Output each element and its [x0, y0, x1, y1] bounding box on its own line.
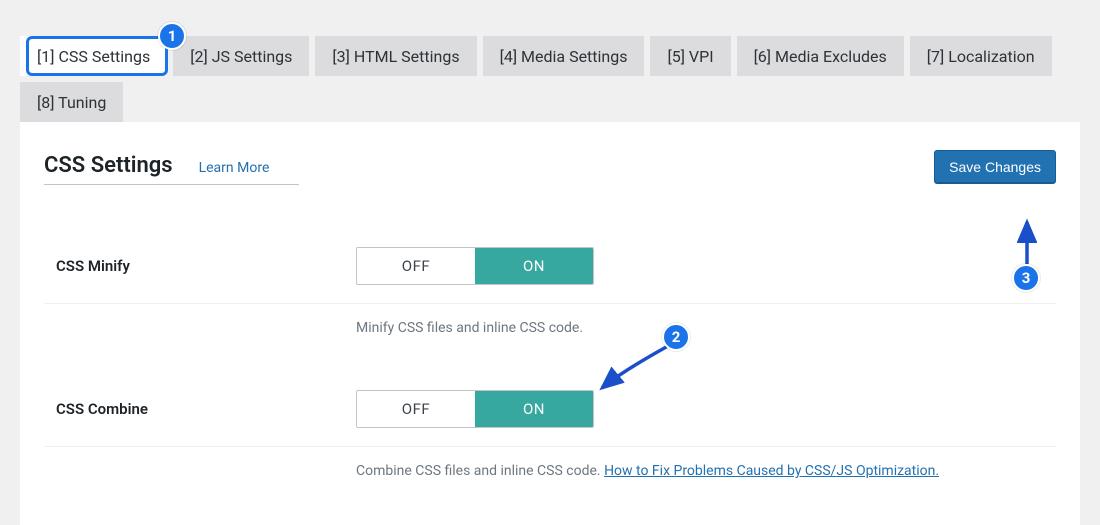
annotation-badge-1: 1: [158, 22, 186, 50]
tab-media-settings[interactable]: [4] Media Settings: [483, 36, 645, 76]
toggle-css-combine[interactable]: OFF ON: [356, 390, 594, 428]
desc-css-combine-link[interactable]: How to Fix Problems Caused by CSS/JS Opt…: [604, 463, 939, 479]
content-panel: CSS Settings Learn More Save Changes CSS…: [20, 122, 1080, 525]
tabs-bar: [1] CSS Settings [2] JS Settings [3] HTM…: [20, 0, 1080, 122]
toggle-css-minify[interactable]: OFF ON: [356, 247, 594, 285]
tab-localization[interactable]: [7] Localization: [910, 36, 1052, 76]
tab-tuning[interactable]: [8] Tuning: [20, 82, 123, 122]
desc-css-combine: Combine CSS files and inline CSS code. H…: [356, 463, 1056, 479]
annotation-badge-2: 2: [662, 323, 690, 351]
desc-css-minify: Minify CSS files and inline CSS code.: [356, 320, 1056, 336]
desc-css-combine-text: Combine CSS files and inline CSS code.: [356, 463, 604, 479]
tab-js-settings[interactable]: [2] JS Settings: [173, 36, 309, 76]
toggle-css-combine-off[interactable]: OFF: [357, 391, 475, 427]
save-changes-button[interactable]: Save Changes: [934, 150, 1056, 184]
tab-vpi[interactable]: [5] VPI: [650, 36, 730, 76]
tab-media-excludes[interactable]: [6] Media Excludes: [737, 36, 904, 76]
page-title: CSS Settings: [44, 153, 173, 178]
tab-html-settings[interactable]: [3] HTML Settings: [315, 36, 476, 76]
annotation-badge-3: 3: [1012, 264, 1040, 292]
learn-more-link[interactable]: Learn More: [199, 160, 270, 176]
label-css-minify: CSS Minify: [56, 257, 356, 275]
toggle-css-combine-on[interactable]: ON: [475, 391, 593, 427]
toggle-css-minify-off[interactable]: OFF: [357, 248, 475, 284]
label-css-combine: CSS Combine: [56, 400, 356, 418]
tab-css-settings[interactable]: [1] CSS Settings: [20, 36, 167, 76]
toggle-css-minify-on[interactable]: ON: [475, 248, 593, 284]
